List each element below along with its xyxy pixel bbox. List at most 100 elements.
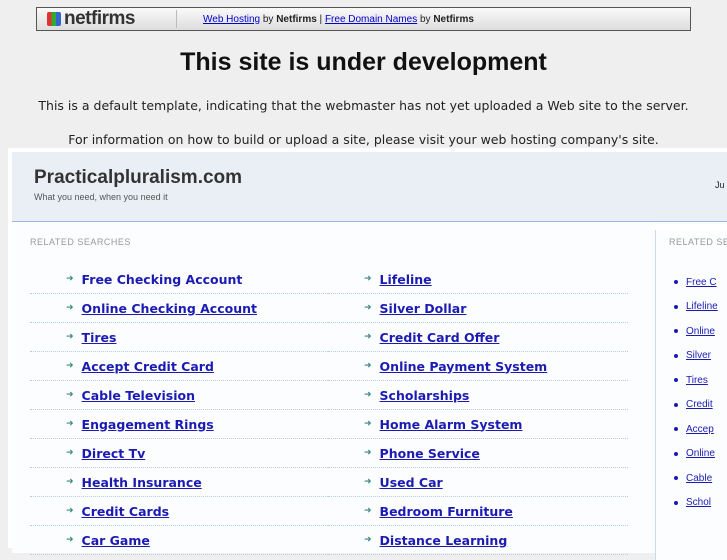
sidebar-link[interactable]: Online: [686, 448, 715, 459]
arrow-icon: ➜: [66, 506, 74, 516]
sidebar-related-label: RELATED SEA: [669, 237, 727, 247]
arrow-icon: ➜: [66, 332, 74, 342]
arrow-icon: ➜: [66, 535, 74, 545]
search-result-link[interactable]: Free Checking Account: [82, 272, 243, 287]
search-result-link[interactable]: Credit Cards: [82, 504, 170, 519]
sidebar-item: Schol: [674, 491, 718, 516]
bullet-icon: [674, 353, 678, 358]
sidebar-item: Accep: [674, 417, 718, 442]
search-result-row: ➜ Credit Cards: [30, 497, 330, 526]
sidebar-link[interactable]: Online: [686, 326, 715, 337]
netfirms-logo-icon: [47, 12, 61, 26]
sidebar-item: Lifeline: [674, 295, 718, 320]
sidebar-link[interactable]: Schol: [686, 497, 711, 508]
search-result-link[interactable]: Distance Learning: [380, 533, 508, 548]
search-result-link[interactable]: Credit Card Offer: [380, 330, 500, 345]
arrow-icon: ➜: [66, 303, 74, 313]
info-paragraph-1: This is a default template, indicating t…: [38, 98, 689, 113]
search-result-row: ➜ Home Alarm System: [328, 410, 628, 439]
arrow-icon: ➜: [66, 274, 74, 284]
sidebar-item: Tires: [674, 368, 718, 393]
arrow-icon: ➜: [364, 390, 372, 400]
bullet-icon: [674, 280, 678, 285]
sidebar-item: Silver: [674, 344, 718, 369]
bullet-icon: [674, 378, 678, 383]
search-result-row: ➜ Bedroom Furniture: [328, 497, 628, 526]
search-result-link[interactable]: Silver Dollar: [380, 301, 467, 316]
arrow-icon: ➜: [364, 448, 372, 458]
sidebar-item: Cable: [674, 466, 718, 491]
search-result-link[interactable]: Home Alarm System: [380, 417, 523, 432]
arrow-icon: ➜: [66, 477, 74, 487]
search-result-row: ➜ Direct Tv: [30, 439, 330, 468]
search-result-link[interactable]: Health Insurance: [82, 475, 202, 490]
search-result-link[interactable]: Engagement Rings: [82, 417, 214, 432]
arrow-icon: ➜: [364, 535, 372, 545]
netfirms-logo[interactable]: netfirms: [37, 8, 177, 29]
search-result-row: ➜ Silver Dollar: [328, 294, 628, 323]
site-tagline: What you need, when you need it: [34, 192, 168, 202]
search-result-link[interactable]: Bedroom Furniture: [380, 504, 513, 519]
free-domain-names-link[interactable]: Free Domain Names: [325, 14, 417, 25]
arrow-icon: ➜: [364, 506, 372, 516]
search-result-row: ➜ Free Checking Account: [30, 265, 330, 294]
parked-header: Practicalpluralism.com What you need, wh…: [12, 152, 727, 222]
banner-links: Web Hosting by Netfirms | Free Domain Na…: [203, 13, 474, 25]
search-result-link[interactable]: Online Payment System: [380, 359, 548, 374]
sidebar-link[interactable]: Free C: [686, 277, 717, 288]
search-result-row: ➜ Cable Television: [30, 381, 330, 410]
search-result-link[interactable]: Phone Service: [380, 446, 480, 461]
arrow-icon: ➜: [364, 303, 372, 313]
date-text: Ju: [715, 180, 725, 190]
page-title: This site is under development: [180, 48, 547, 76]
sidebar-item: Credit: [674, 393, 718, 418]
search-result-link[interactable]: Cable Television: [82, 388, 195, 403]
sidebar-link[interactable]: Cable: [686, 473, 712, 484]
search-result-link[interactable]: Scholarships: [380, 388, 470, 403]
bullet-icon: [674, 500, 678, 505]
arrow-icon: ➜: [364, 274, 372, 284]
sidebar-item: Online: [674, 319, 718, 344]
search-result-row: ➜ Online Payment System: [328, 352, 628, 381]
bullet-icon: [674, 451, 678, 456]
related-searches-main: RELATED SEARCHES ➜ Free Checking Account ➜…: [12, 223, 655, 555]
arrow-icon: ➜: [364, 361, 372, 371]
parked-page: Practicalpluralism.com What you need, wh…: [8, 148, 727, 560]
search-result-link[interactable]: Direct Tv: [82, 446, 146, 461]
search-result-link[interactable]: Car Game: [82, 533, 150, 548]
bullet-icon: [674, 427, 678, 432]
bullet-icon: [674, 476, 678, 481]
search-result-link[interactable]: Tires: [82, 330, 117, 345]
web-hosting-link[interactable]: Web Hosting: [203, 14, 260, 25]
related-searches-label: RELATED SEARCHES: [30, 237, 131, 247]
search-result-link[interactable]: Lifeline: [380, 272, 432, 287]
search-result-row: ➜ Distance Learning: [328, 526, 628, 555]
search-result-row: ➜ Scholarships: [328, 381, 628, 410]
sidebar-link[interactable]: Lifeline: [686, 301, 718, 312]
bullet-icon: [674, 329, 678, 334]
bullet-icon: [674, 304, 678, 309]
sidebar-link[interactable]: Accep: [686, 424, 714, 435]
arrow-icon: ➜: [364, 477, 372, 487]
site-name[interactable]: Practicalpluralism.com: [34, 167, 242, 189]
arrow-icon: ➜: [364, 332, 372, 342]
search-result-link[interactable]: Used Car: [380, 475, 443, 490]
search-result-row: ➜ Engagement Rings: [30, 410, 330, 439]
netfirms-banner: netfirms Web Hosting by Netfirms | Free …: [36, 7, 691, 31]
search-result-row: ➜ Lifeline: [328, 265, 628, 294]
sidebar-link[interactable]: Tires: [686, 375, 708, 386]
related-searches-sidebar: RELATED SEA Free C Lifeline Online Silver Ti…: [655, 230, 727, 560]
search-result-row: ➜ Accept Credit Card: [30, 352, 330, 381]
search-result-link[interactable]: Accept Credit Card: [82, 359, 214, 374]
arrow-icon: ➜: [66, 419, 74, 429]
sidebar-link[interactable]: Silver: [686, 350, 711, 361]
sidebar-link[interactable]: Credit: [686, 399, 713, 410]
search-result-link[interactable]: Online Checking Account: [82, 301, 257, 316]
search-result-row: ➜ Phone Service: [328, 439, 628, 468]
sidebar-item: Free C: [674, 270, 718, 295]
search-result-row: ➜ Health Insurance: [30, 468, 330, 497]
search-result-row: ➜ Used Car: [328, 468, 628, 497]
sidebar-item: Online: [674, 442, 718, 467]
arrow-icon: ➜: [364, 419, 372, 429]
arrow-icon: ➜: [66, 448, 74, 458]
